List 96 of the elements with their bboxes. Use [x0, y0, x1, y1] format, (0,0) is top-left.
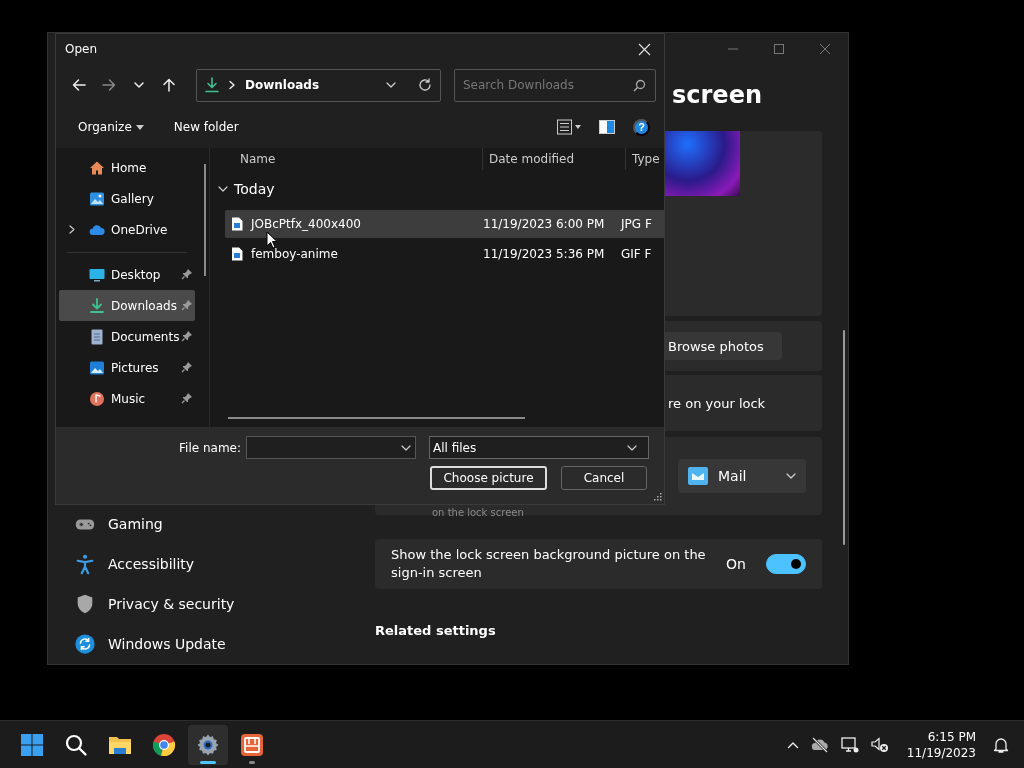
- nav-pane-item[interactable]: Gallery: [59, 183, 195, 214]
- refresh-icon[interactable]: [418, 78, 432, 92]
- cursor-icon: [266, 231, 278, 249]
- chevron-down-icon: [386, 80, 396, 90]
- nav-pane-item[interactable]: Home: [59, 152, 195, 183]
- file-date: 11/19/2023 6:00 PM: [483, 217, 606, 231]
- close-icon: [637, 42, 651, 56]
- download-icon: [89, 297, 105, 314]
- monitor-icon: [89, 266, 105, 283]
- field-label: File name:: [178, 440, 241, 455]
- setting-label: Show the lock screen background picture on the sign-in screen: [391, 546, 707, 582]
- document-icon: [89, 328, 105, 345]
- running-indicator: [200, 760, 216, 764]
- cloud-off-icon[interactable]: [810, 735, 829, 754]
- gear-icon: [196, 732, 220, 757]
- pin-icon: [181, 330, 193, 342]
- browser-icon: [152, 732, 176, 757]
- organize-menu[interactable]: Organize: [74, 120, 148, 134]
- scrollbar[interactable]: [228, 417, 525, 419]
- music-icon: [89, 390, 105, 407]
- file-type: GIF F: [621, 247, 652, 261]
- pin-icon: [181, 299, 193, 311]
- file-name-field[interactable]: [246, 436, 416, 459]
- picture-icon: [89, 190, 105, 207]
- file-row[interactable]: JOBcPtfx_400x400 11/19/2023 6:00 PM JPG F: [225, 210, 664, 238]
- taskbar-app-button[interactable]: [188, 724, 228, 765]
- volume-muted-icon[interactable]: [870, 735, 889, 754]
- dialog-title: Open: [65, 42, 98, 56]
- preview-pane-icon[interactable]: [599, 119, 615, 135]
- file-date: 11/19/2023 5:36 PM: [483, 247, 606, 261]
- chevron-right-icon[interactable]: [68, 225, 76, 234]
- back-arrow-icon[interactable]: [72, 78, 86, 92]
- chevron-down-icon: [218, 186, 228, 192]
- maximize-icon[interactable]: [773, 43, 785, 55]
- chevron-down-icon: [401, 445, 411, 451]
- app-dropdown[interactable]: Mail: [678, 459, 806, 493]
- group-header[interactable]: Today: [210, 170, 281, 208]
- download-icon: [205, 77, 219, 93]
- file-name: JOBcPtfx_400x400: [251, 217, 362, 231]
- setting-description: re on your lock: [668, 395, 766, 411]
- caret-icon: [135, 124, 144, 130]
- choose-picture-button[interactable]: Choose picture: [430, 466, 547, 490]
- cancel-button[interactable]: Cancel: [561, 466, 647, 490]
- nav-pane-item[interactable]: Desktop: [59, 259, 195, 290]
- nav-pane-item[interactable]: Downloads: [59, 290, 195, 321]
- nav-pane-item[interactable]: OneDrive: [59, 214, 195, 245]
- nav-pane-item[interactable]: Music: [59, 383, 195, 414]
- sync-icon: [74, 633, 96, 655]
- house-icon: [89, 159, 105, 176]
- search-icon: [633, 78, 646, 92]
- chevron-down-icon: [627, 444, 637, 451]
- toggle-switch[interactable]: [766, 554, 806, 574]
- chevron-down-icon: [786, 471, 796, 481]
- settings-nav-item[interactable]: Windows Update: [48, 624, 375, 664]
- column-header[interactable]: Type: [626, 148, 660, 170]
- file-type-dropdown[interactable]: All files: [429, 436, 649, 459]
- breadcrumb-folder[interactable]: Downloads: [245, 78, 320, 92]
- address-bar[interactable]: Downloads: [196, 68, 441, 102]
- pin-icon: [181, 361, 193, 373]
- clock-date[interactable]: 11/19/2023: [906, 744, 976, 761]
- section-heading: Related settings: [375, 623, 497, 638]
- nav-pane-item[interactable]: Pictures: [59, 352, 195, 383]
- help-button[interactable]: ?: [633, 118, 650, 136]
- file-name: femboy-anime: [251, 247, 339, 261]
- running-indicator: [249, 760, 255, 764]
- nav-pane-item[interactable]: Documents: [59, 321, 195, 352]
- view-options-icon[interactable]: [557, 119, 581, 135]
- bell-icon[interactable]: [992, 735, 1010, 754]
- setting-caption: on the lock screen: [432, 507, 524, 518]
- search-icon: [64, 732, 88, 757]
- accessibility-icon: [74, 553, 96, 575]
- picture-icon: [89, 359, 105, 376]
- file-type: JPG F: [621, 217, 652, 231]
- page-heading: screen: [672, 81, 763, 111]
- settings-nav-item[interactable]: Privacy & security: [48, 584, 375, 624]
- toggle-state-text: On: [726, 556, 746, 572]
- search-field[interactable]: Search Downloads: [454, 68, 656, 102]
- scrollbar[interactable]: [204, 164, 206, 276]
- pin-icon: [181, 392, 193, 404]
- column-header[interactable]: Name: [210, 148, 483, 170]
- image-file-icon: [231, 247, 243, 261]
- mail-icon: [688, 467, 708, 485]
- close-icon[interactable]: [819, 43, 831, 55]
- pin-icon: [181, 268, 193, 280]
- chevron-right-icon: [227, 80, 237, 90]
- scrollbar[interactable]: [843, 330, 845, 545]
- image-file-icon: [231, 217, 243, 231]
- app-icon: [240, 732, 264, 757]
- settings-nav-item[interactable]: Accessibility: [48, 544, 375, 584]
- up-arrow-icon[interactable]: [162, 78, 176, 92]
- start-icon: [20, 732, 44, 757]
- new-folder-button[interactable]: New folder: [169, 120, 243, 134]
- clock-time[interactable]: 6:15 PM: [927, 728, 976, 745]
- network-icon[interactable]: [840, 735, 859, 754]
- resize-grip-icon[interactable]: [653, 492, 662, 501]
- column-header[interactable]: Date modified: [483, 148, 626, 170]
